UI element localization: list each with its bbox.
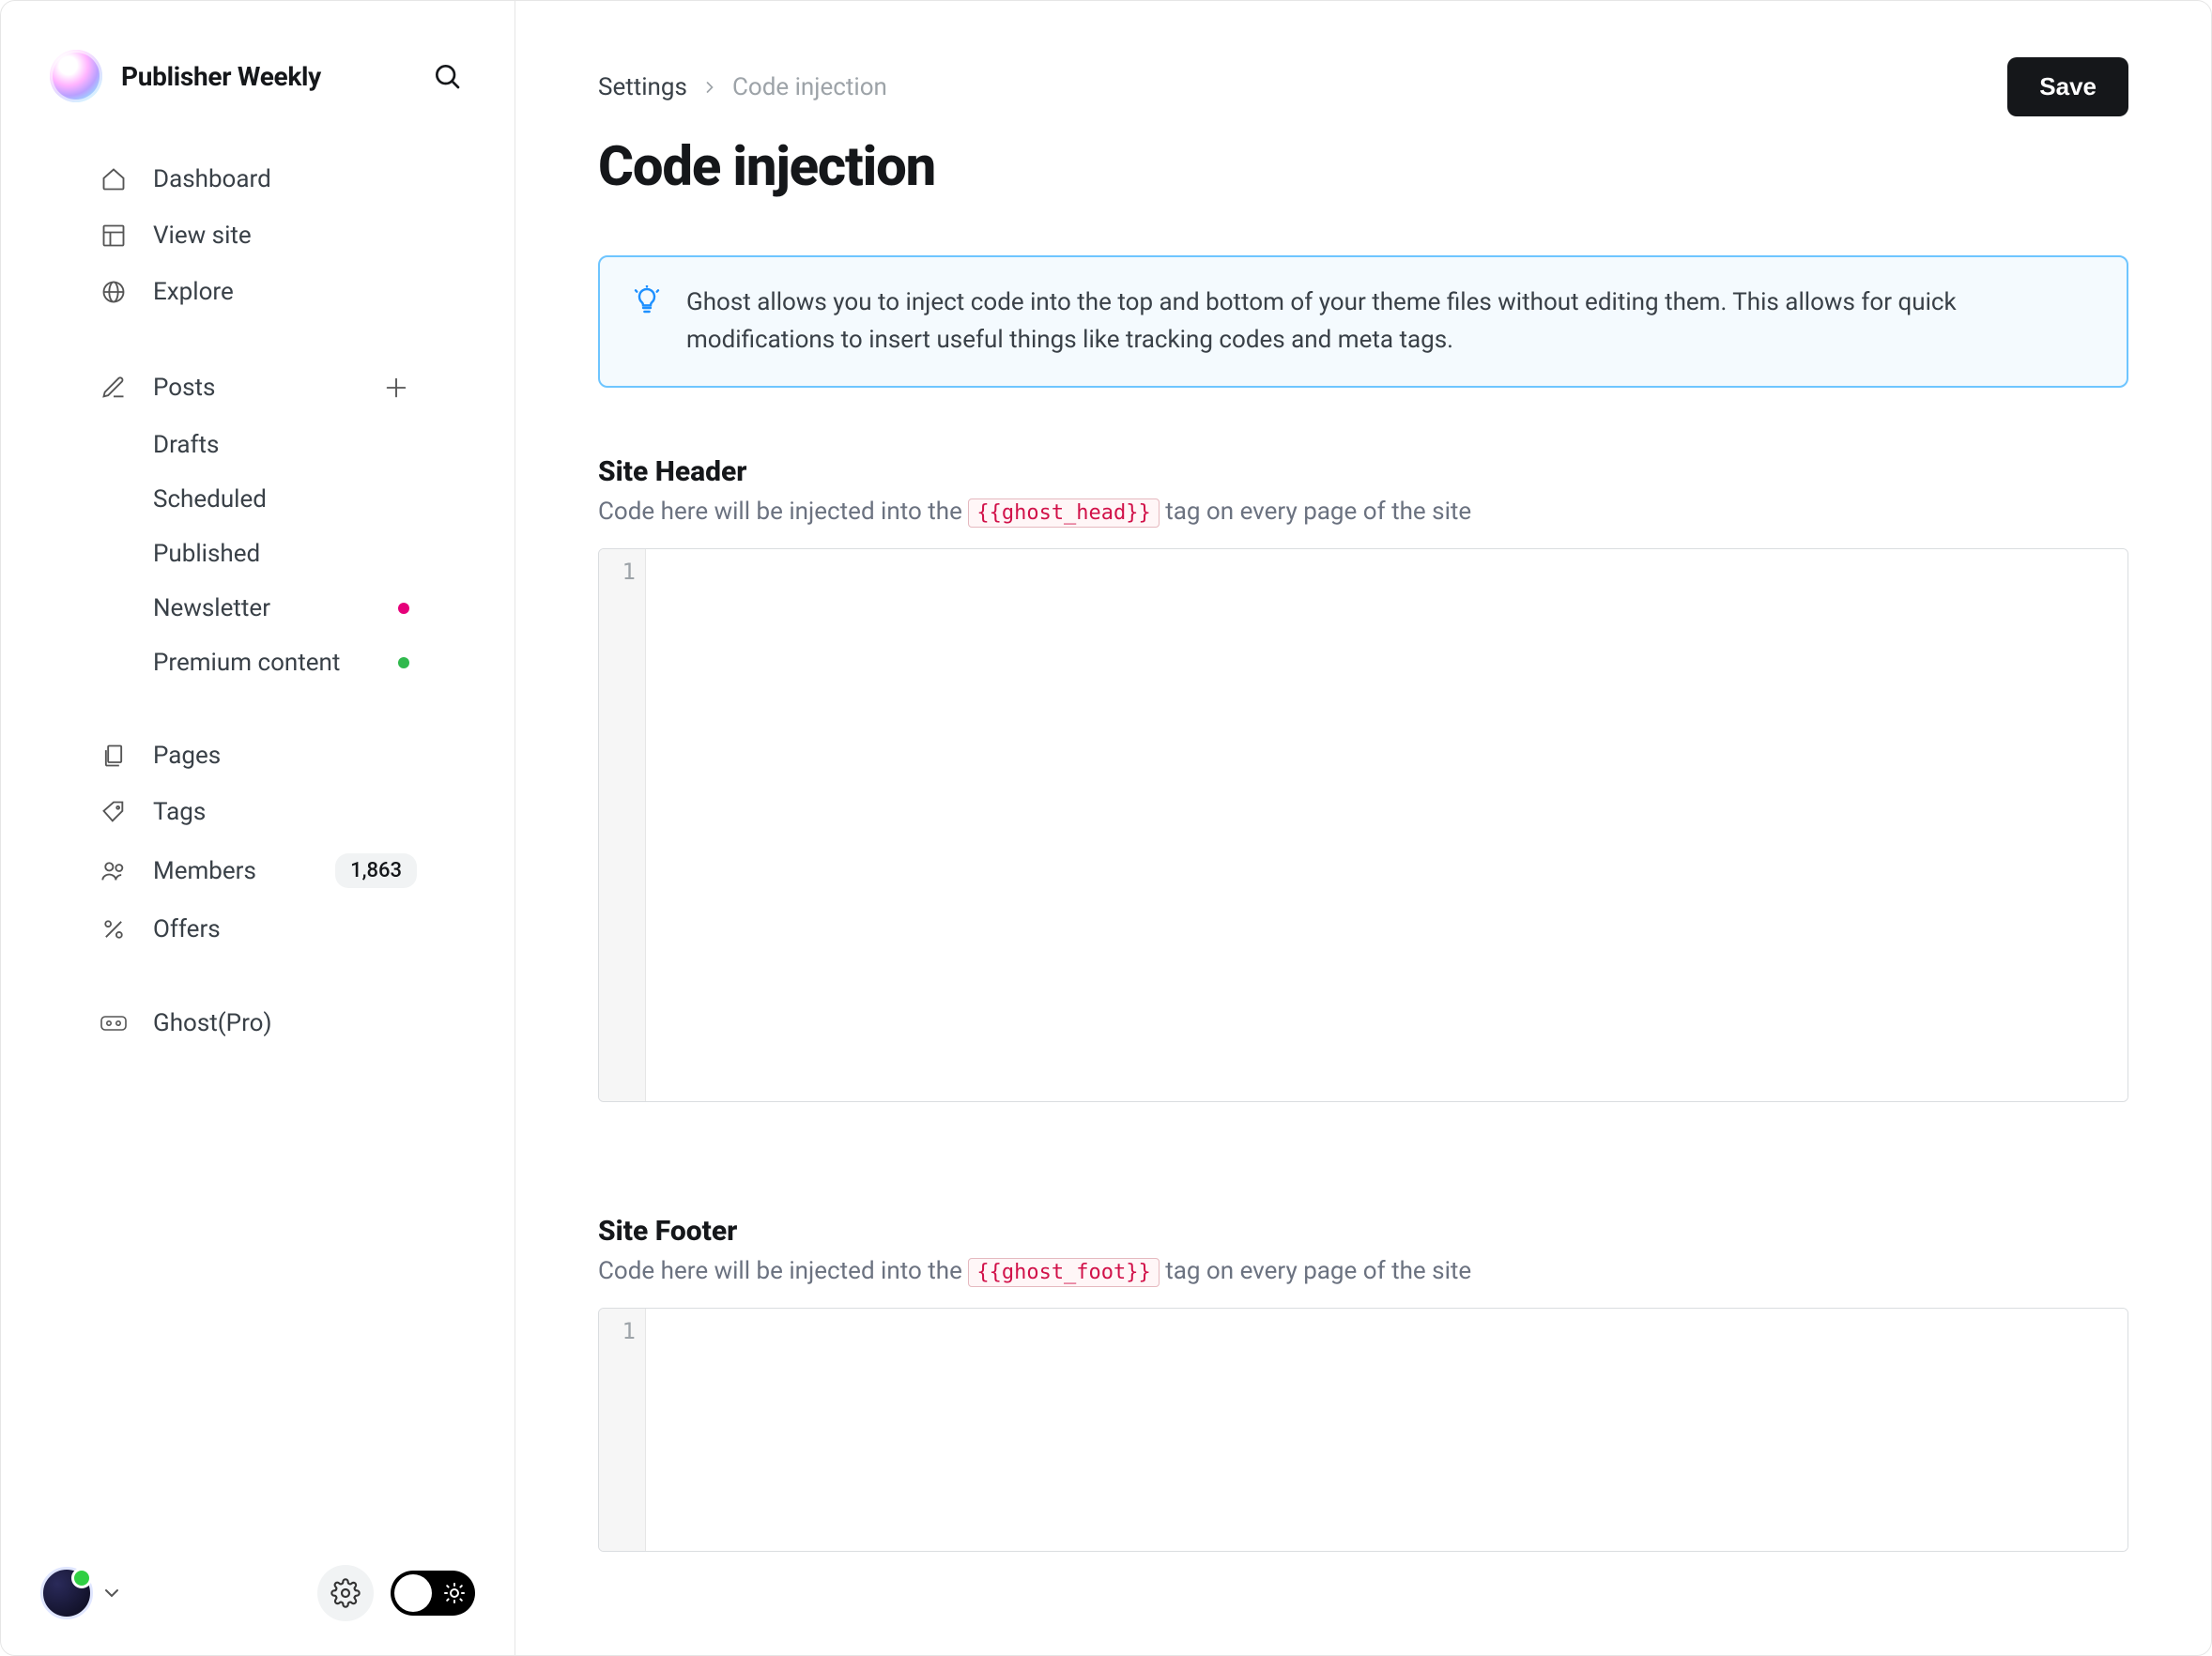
sidebar-item-pages[interactable]: Pages bbox=[50, 728, 466, 784]
page-title: Code injection bbox=[598, 135, 2128, 199]
pencil-icon bbox=[99, 373, 129, 403]
sidebar-item-label: Published bbox=[153, 540, 260, 568]
sidebar-item-offers[interactable]: Offers bbox=[50, 901, 466, 958]
chevron-right-icon bbox=[700, 78, 719, 97]
header-code-textarea[interactable] bbox=[646, 549, 2128, 1101]
status-dot-icon bbox=[398, 657, 409, 668]
sidebar-item-newsletter[interactable]: Newsletter bbox=[50, 581, 466, 636]
gear-icon bbox=[330, 1578, 361, 1608]
plus-icon bbox=[383, 375, 409, 401]
sun-icon bbox=[443, 1582, 466, 1604]
sidebar-item-label: Explore bbox=[153, 278, 234, 306]
info-text: Ghost allows you to inject code into the… bbox=[686, 284, 2095, 360]
editor-gutter: 1 bbox=[599, 1309, 646, 1551]
sidebar-item-ghostpro[interactable]: Ghost(Pro) bbox=[50, 995, 466, 1051]
site-footer-section: Site Footer Code here will be injected i… bbox=[598, 1215, 2128, 1552]
sidebar-item-label: Members bbox=[153, 857, 256, 885]
sidebar-item-scheduled[interactable]: Scheduled bbox=[50, 472, 466, 527]
globe-icon bbox=[99, 277, 129, 307]
search-icon bbox=[432, 61, 462, 91]
sidebar-item-posts[interactable]: Posts bbox=[50, 358, 466, 418]
sidebar-item-dashboard[interactable]: Dashboard bbox=[50, 151, 466, 207]
sidebar-item-explore[interactable]: Explore bbox=[50, 264, 466, 320]
site-header-section: Site Header Code here will be injected i… bbox=[598, 455, 2128, 1102]
sidebar-item-label: Scheduled bbox=[153, 485, 267, 514]
sidebar-item-label: Dashboard bbox=[153, 165, 271, 193]
theme-toggle[interactable] bbox=[391, 1571, 475, 1616]
site-name: Publisher Weekly bbox=[121, 61, 321, 92]
sidebar: Publisher Weekly Dashboard bbox=[1, 1, 515, 1655]
percent-icon bbox=[99, 914, 129, 944]
users-icon bbox=[99, 856, 129, 886]
members-count-badge: 1,863 bbox=[335, 853, 417, 888]
sidebar-item-label: Premium content bbox=[153, 649, 340, 677]
breadcrumb: Settings Code injection bbox=[598, 73, 887, 101]
sidebar-item-members[interactable]: Members 1,863 bbox=[50, 840, 466, 901]
layout-icon bbox=[99, 221, 129, 251]
ghost-head-tag: {{ghost_head}} bbox=[968, 498, 1159, 528]
site-logo-icon bbox=[50, 50, 102, 102]
editor-gutter: 1 bbox=[599, 549, 646, 1101]
info-banner: Ghost allows you to inject code into the… bbox=[598, 255, 2128, 388]
header-code-editor[interactable]: 1 bbox=[598, 548, 2128, 1102]
site-switcher[interactable]: Publisher Weekly bbox=[50, 50, 466, 102]
new-post-button[interactable] bbox=[379, 371, 413, 405]
section-description: Code here will be injected into the {{gh… bbox=[598, 498, 2128, 526]
sidebar-item-label: Posts bbox=[153, 374, 215, 402]
search-button[interactable] bbox=[428, 57, 466, 95]
sidebar-item-label: Tags bbox=[153, 798, 206, 826]
footer-code-editor[interactable]: 1 bbox=[598, 1308, 2128, 1552]
save-button[interactable]: Save bbox=[2007, 57, 2128, 116]
chevron-down-icon bbox=[100, 1582, 123, 1604]
sidebar-item-label: Offers bbox=[153, 915, 221, 943]
line-number: 1 bbox=[599, 1318, 636, 1344]
tag-icon bbox=[99, 797, 129, 827]
copy-icon bbox=[99, 741, 129, 771]
section-description: Code here will be injected into the {{gh… bbox=[598, 1257, 2128, 1285]
status-dot-icon bbox=[398, 603, 409, 614]
toggle-knob bbox=[394, 1574, 432, 1612]
sidebar-item-view-site[interactable]: View site bbox=[50, 207, 466, 264]
house-icon bbox=[99, 164, 129, 194]
sidebar-item-label: Pages bbox=[153, 742, 221, 770]
section-title: Site Footer bbox=[598, 1215, 2128, 1248]
lightbulb-icon bbox=[632, 285, 662, 315]
footer-code-textarea[interactable] bbox=[646, 1309, 2128, 1551]
settings-button[interactable] bbox=[317, 1565, 374, 1621]
breadcrumb-current: Code injection bbox=[732, 73, 887, 101]
sidebar-item-drafts[interactable]: Drafts bbox=[50, 418, 466, 472]
breadcrumb-parent[interactable]: Settings bbox=[598, 73, 687, 101]
line-number: 1 bbox=[599, 559, 636, 585]
avatar bbox=[40, 1567, 93, 1619]
sidebar-item-label: View site bbox=[153, 222, 252, 250]
main-content: Settings Code injection Save Code inject… bbox=[515, 1, 2211, 1655]
section-title: Site Header bbox=[598, 455, 2128, 488]
sidebar-item-premium-content[interactable]: Premium content bbox=[50, 636, 466, 690]
sidebar-item-published[interactable]: Published bbox=[50, 527, 466, 581]
pro-icon bbox=[99, 1008, 129, 1038]
sidebar-item-label: Newsletter bbox=[153, 594, 270, 622]
sidebar-item-tags[interactable]: Tags bbox=[50, 784, 466, 840]
sidebar-item-label: Drafts bbox=[153, 431, 219, 459]
sidebar-item-label: Ghost(Pro) bbox=[153, 1009, 272, 1037]
user-menu[interactable] bbox=[40, 1567, 123, 1619]
ghost-foot-tag: {{ghost_foot}} bbox=[968, 1258, 1159, 1287]
